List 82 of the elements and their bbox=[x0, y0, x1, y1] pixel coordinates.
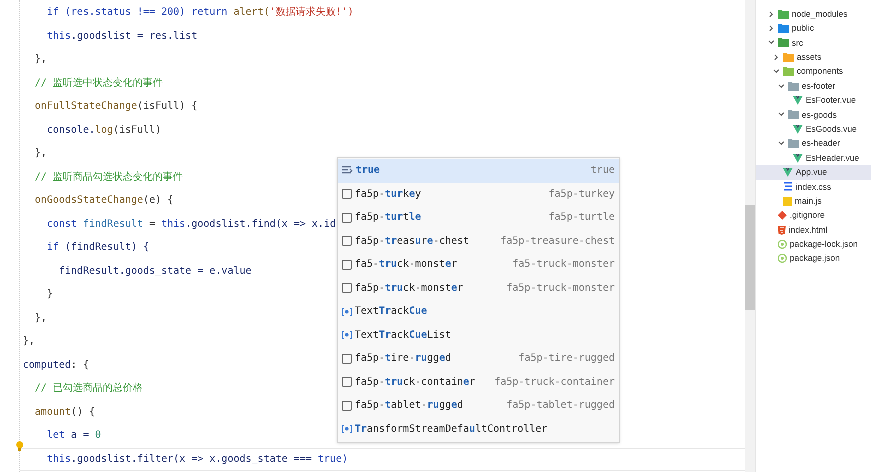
code-line: if (res.status !== 200) return alert('数据请求失败!') bbox=[46, 6, 354, 20]
suggestion-item[interactable]: TextTrackCueList bbox=[338, 324, 619, 347]
code-line: // 监听商品勾选状态变化的事件 bbox=[34, 170, 184, 185]
explorer-item[interactable]: EsGoods.vue bbox=[756, 122, 871, 137]
suggestion-item[interactable]: TransformStreamDefaultController bbox=[338, 418, 619, 441]
suggestion-item[interactable]: fa5p-turkey fa5p-turkey bbox=[338, 182, 619, 206]
square-icon bbox=[342, 283, 352, 294]
suggestion-item[interactable]: fa5-truck-monster fa5-truck-monster bbox=[338, 253, 619, 276]
square-icon bbox=[342, 236, 352, 246]
vue-icon bbox=[793, 154, 803, 163]
json-icon bbox=[778, 254, 787, 264]
code-line: }, bbox=[34, 147, 48, 162]
suggestion-item[interactable]: fa5p-treasure-chest fa5p-treasure-chest bbox=[338, 230, 619, 253]
chevron-down-icon[interactable] bbox=[768, 39, 775, 46]
vue-icon bbox=[793, 124, 803, 134]
explorer-item[interactable]: src bbox=[756, 36, 871, 50]
chevron-down-icon[interactable] bbox=[778, 82, 785, 90]
code-line: let a = 0 bbox=[46, 429, 102, 444]
explorer-item[interactable]: main.js bbox=[756, 194, 871, 208]
vue-icon bbox=[793, 96, 803, 106]
code-line: if (findResult) { bbox=[46, 241, 150, 256]
square-icon bbox=[342, 260, 352, 270]
square-icon bbox=[342, 189, 352, 200]
explorer-item[interactable]: EsHeader.vue bbox=[756, 150, 871, 166]
code-line: const findResult = this.goodslist.find(x => x.id bbox=[46, 218, 336, 232]
keyword-icon bbox=[342, 166, 353, 176]
explorer-item[interactable]: assets bbox=[756, 50, 871, 65]
square-icon bbox=[342, 354, 352, 364]
code-line: }, bbox=[34, 312, 48, 326]
square-icon bbox=[342, 212, 352, 223]
suggestion-item[interactable]: fa5p-tire-rugged fa5p-tire-rugged bbox=[338, 347, 619, 370]
code-line: this.goodslist.filter(x => x.goods_state === true) bbox=[46, 452, 348, 467]
css-icon bbox=[783, 182, 793, 192]
suggestion-item[interactable]: fa5p-truck-monster fa5p-truck-monster bbox=[338, 276, 619, 300]
explorer-item[interactable]: .gitignore bbox=[756, 208, 871, 223]
suggestion-item[interactable]: fa5p-turtle fa5p-turtle bbox=[338, 206, 619, 230]
code-line: findResult.goods_state = e.value bbox=[58, 264, 252, 279]
suggestion-item[interactable]: TextTrackCue bbox=[338, 300, 619, 324]
explorer-item[interactable]: package-lock.json bbox=[756, 237, 871, 252]
code-line: }, bbox=[23, 335, 36, 350]
chevron-right-icon[interactable] bbox=[768, 10, 775, 18]
code-line: computed: { bbox=[23, 358, 90, 373]
explorer-item[interactable]: components bbox=[756, 64, 871, 79]
code-line: onGoodsStateChange(e) { bbox=[34, 194, 174, 208]
vue-icon bbox=[783, 168, 793, 177]
explorer-item[interactable]: es-footer bbox=[756, 78, 871, 94]
html-icon bbox=[778, 226, 786, 235]
variable-icon bbox=[342, 425, 352, 434]
chevron-right-icon[interactable] bbox=[768, 25, 775, 32]
json-icon bbox=[778, 240, 787, 249]
explorer-item[interactable]: es-header bbox=[756, 136, 871, 151]
explorer-item[interactable]: App.vue bbox=[756, 165, 871, 180]
variable-icon bbox=[342, 331, 352, 340]
explorer-item[interactable]: index.html bbox=[756, 222, 871, 238]
explorer-item[interactable]: public bbox=[756, 21, 871, 36]
explorer-item[interactable]: es-goods bbox=[756, 108, 871, 122]
explorer-item[interactable]: node_modules bbox=[756, 7, 871, 22]
chevron-down-icon[interactable] bbox=[778, 140, 785, 148]
explorer-item[interactable]: index.css bbox=[756, 180, 871, 194]
code-line: amount() { bbox=[34, 406, 96, 420]
explorer-item[interactable]: EsFooter.vue bbox=[756, 93, 871, 108]
scrollbar-thumb[interactable] bbox=[745, 205, 755, 310]
code-line: onFullStateChange(isFull) { bbox=[34, 100, 198, 114]
js-icon bbox=[783, 196, 792, 206]
suggestion-item[interactable]: fa5p-tablet-rugged fa5p-tablet-rugged bbox=[338, 394, 619, 418]
code-line: // 已勾选商品的总价格 bbox=[34, 382, 144, 396]
square-icon bbox=[342, 400, 352, 411]
code-line: } bbox=[46, 288, 54, 302]
chevron-down-icon[interactable] bbox=[773, 68, 780, 76]
code-line: // 监听选中状态变化的事件 bbox=[34, 76, 164, 91]
git-icon bbox=[778, 211, 787, 220]
code-line: console.log(isFull) bbox=[46, 124, 162, 138]
chevron-down-icon[interactable] bbox=[778, 111, 785, 118]
suggestion-item[interactable]: true true bbox=[338, 159, 619, 182]
variable-icon bbox=[342, 308, 352, 316]
chevron-right-icon[interactable] bbox=[773, 54, 780, 61]
square-icon bbox=[342, 377, 352, 388]
explorer-item[interactable]: package.json bbox=[756, 252, 871, 266]
code-line: this.goodslist = res.list bbox=[46, 30, 198, 44]
lightbulb-icon[interactable] bbox=[16, 441, 24, 452]
code-line: }, bbox=[34, 53, 48, 68]
suggestion-item[interactable]: fa5p-truck-container fa5p-truck-container bbox=[338, 370, 619, 394]
